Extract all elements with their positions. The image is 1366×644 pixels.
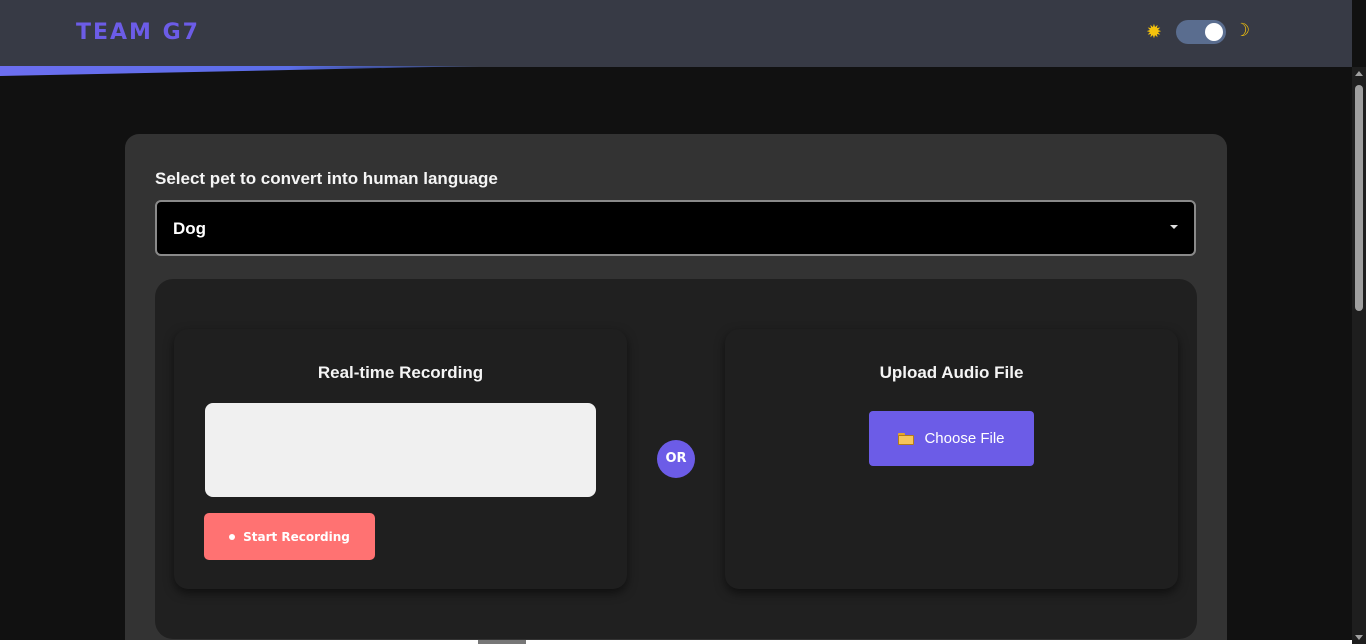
scroll-thumb[interactable] (1355, 85, 1363, 311)
choose-file-label: Choose File (924, 430, 1005, 447)
converter-card: Select pet to convert into human languag… (125, 134, 1227, 644)
chevron-down-icon (1170, 225, 1178, 229)
recording-title: Real-time Recording (317, 363, 484, 382)
upload-card: Upload Audio File Choose File (725, 329, 1178, 589)
record-dot-icon (229, 533, 236, 540)
or-divider-badge: OR (657, 440, 695, 478)
start-recording-button[interactable]: Start Recording (204, 513, 375, 560)
toggle-knob (1205, 23, 1223, 41)
pet-select-label: Select pet to convert into human languag… (155, 169, 498, 188)
top-header: TEAM G7 ✹ ☽ (0, 0, 1352, 67)
waveform-display (205, 403, 596, 497)
scroll-down-arrow-icon[interactable] (1355, 635, 1363, 640)
upload-title: Upload Audio File (879, 363, 1024, 382)
bottom-edge (0, 640, 1352, 644)
header-accent-line (0, 66, 480, 76)
sun-icon: ✹ (1146, 21, 1162, 43)
page-scrollbar[interactable] (1352, 67, 1366, 644)
theme-toggle-switch[interactable] (1176, 20, 1226, 44)
folder-icon (898, 433, 915, 445)
recording-card: Real-time Recording Start Recording (174, 329, 627, 589)
scroll-up-arrow-icon[interactable] (1355, 71, 1363, 76)
moon-icon: ☽ (1234, 20, 1251, 41)
horizontal-scroll-handle[interactable] (478, 640, 526, 644)
input-panel: Real-time Recording Start Recording OR U… (155, 279, 1197, 639)
theme-toggle[interactable]: ✹ ☽ (1146, 19, 1256, 47)
pet-select-value: Dog (173, 219, 207, 238)
start-recording-label: Start Recording (243, 529, 350, 544)
pet-select[interactable]: Dog (155, 200, 1196, 256)
logo[interactable]: TEAM G7 (76, 20, 200, 45)
choose-file-button[interactable]: Choose File (869, 411, 1034, 466)
